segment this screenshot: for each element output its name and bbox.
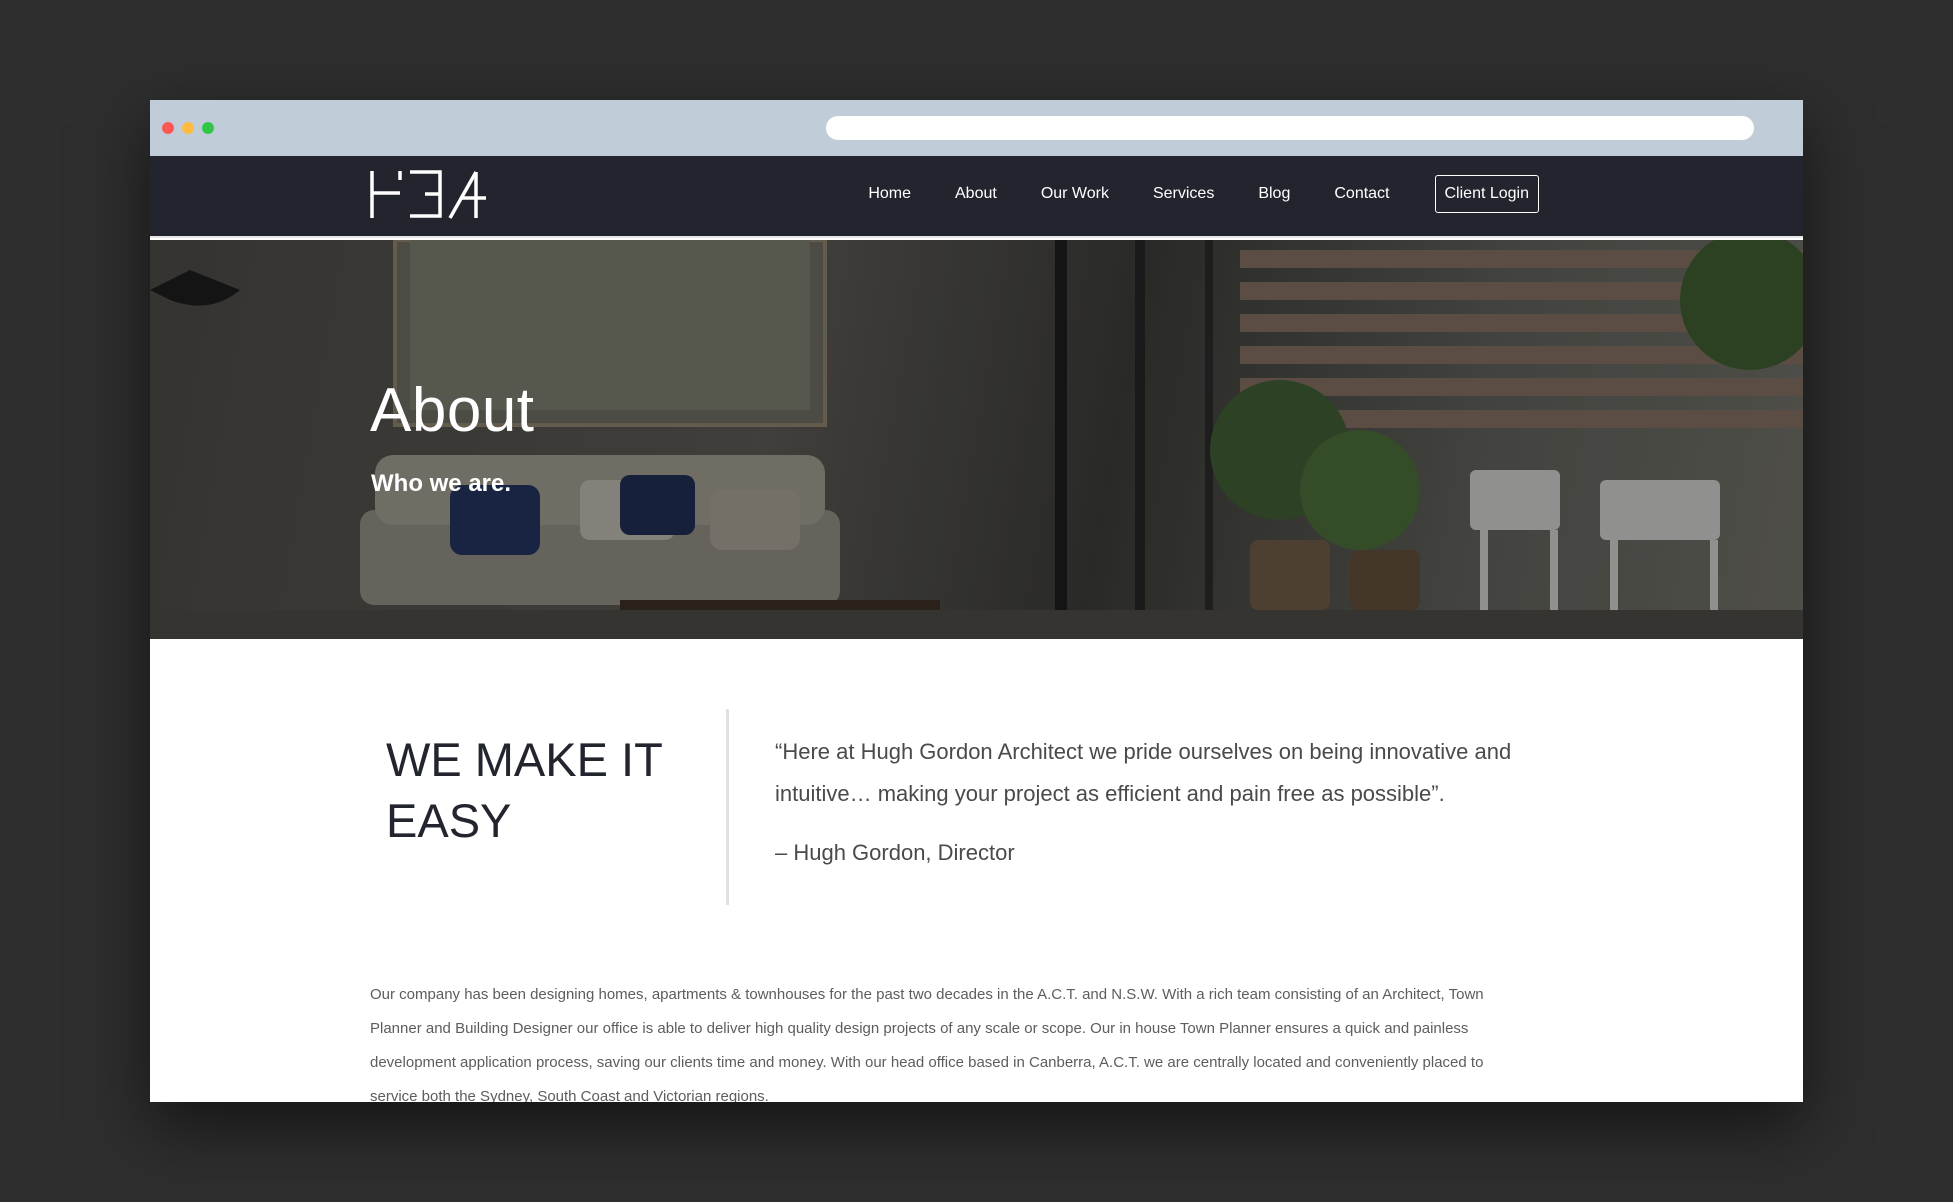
vertical-divider (726, 709, 729, 905)
browser-chrome (150, 100, 1803, 156)
page-title: About (370, 376, 535, 445)
company-description: Our company has been designing homes, ap… (370, 986, 1484, 1102)
hero-banner: About Who we are. (150, 240, 1803, 639)
nav-home[interactable]: Home (868, 185, 911, 203)
about-intro-section: WE MAKE IT EASY “Here at Hugh Gordon Arc… (150, 639, 1803, 1102)
section-heading: WE MAKE IT EASY (386, 733, 662, 847)
maximize-window-dot-icon[interactable] (202, 122, 214, 134)
page-subtitle: Who we are. (371, 470, 512, 497)
hga-logo-icon[interactable] (370, 168, 488, 220)
nav-our-work[interactable]: Our Work (1041, 185, 1109, 203)
quote-attribution: – Hugh Gordon, Director (775, 840, 1015, 865)
director-quote: “Here at Hugh Gordon Architect we pride … (775, 739, 1512, 806)
nav-blog[interactable]: Blog (1258, 185, 1290, 203)
main-nav: Home About Our Work Services Blog Contac… (868, 174, 1539, 214)
close-window-dot-icon[interactable] (162, 122, 174, 134)
nav-about[interactable]: About (955, 185, 997, 203)
minimize-window-dot-icon[interactable] (182, 122, 194, 134)
nav-services[interactable]: Services (1153, 185, 1214, 203)
site-navbar: Home About Our Work Services Blog Contac… (150, 156, 1803, 238)
client-login-button[interactable]: Client Login (1434, 175, 1539, 213)
nav-contact[interactable]: Contact (1334, 185, 1389, 203)
address-bar[interactable] (826, 116, 1754, 140)
browser-window: Home About Our Work Services Blog Contac… (150, 100, 1803, 1102)
